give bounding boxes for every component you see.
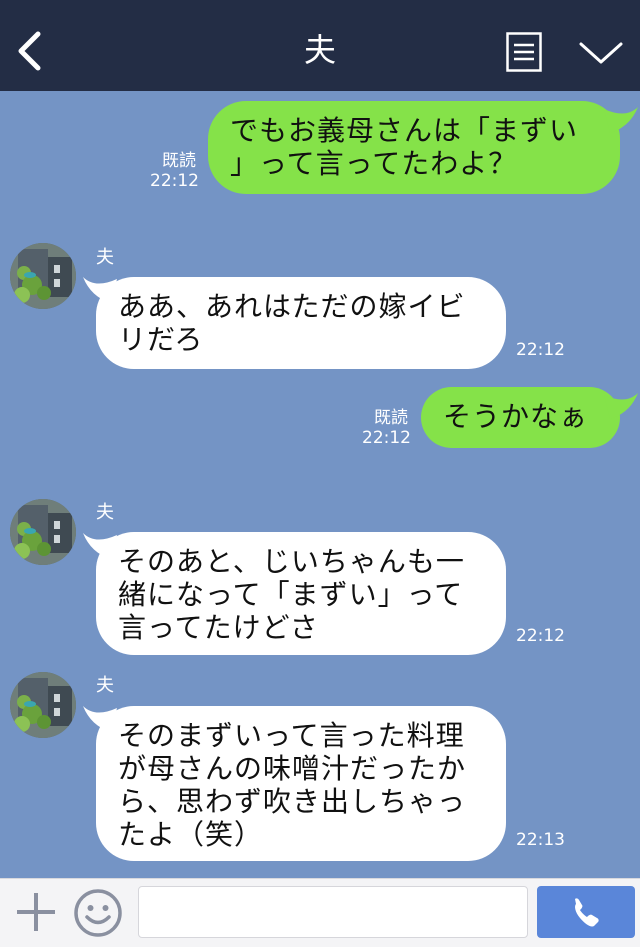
message-line: 緒になって「まずい」って <box>118 578 464 611</box>
message-bubble[interactable]: そうかなぁ <box>421 387 620 448</box>
chat-title: 夫 <box>303 31 336 69</box>
avatar[interactable] <box>10 499 76 565</box>
message-bubble[interactable]: そのまずいって言った料理 が母さんの味噌汁だったか ら、思わず吹き出しちゃっ た… <box>96 706 506 861</box>
message-line: そのあと、じいちゃんも一 <box>118 545 465 578</box>
plus-icon[interactable] <box>14 890 58 934</box>
avatar[interactable] <box>10 243 76 309</box>
message-time: 22:13 <box>516 830 565 850</box>
smiley-icon[interactable] <box>73 888 123 938</box>
message-input[interactable] <box>138 886 528 938</box>
message-line: が母さんの味噌汁だったか <box>118 752 467 785</box>
message-time: 22:12 <box>516 340 565 360</box>
message-bubble[interactable]: そのあと、じいちゃんも一 緒になって「まずい」って 言ってたけどさ <box>96 532 506 655</box>
sender-name: 夫 <box>96 247 114 268</box>
message-line: そうかなぁ <box>443 400 589 433</box>
notes-icon[interactable] <box>506 32 542 72</box>
phone-icon <box>575 898 599 927</box>
avatar-photo <box>10 672 76 738</box>
avatar[interactable] <box>10 672 76 738</box>
message-bubble[interactable]: でもお義母さんは「まずい 」って言ってたわよ？ <box>208 101 620 194</box>
call-button[interactable] <box>537 886 635 938</box>
message-time: 22:12 <box>150 171 199 191</box>
bubble-tail <box>604 107 638 133</box>
message-line: 言ってたけどさ <box>118 611 319 644</box>
message-line: たよ（笑） <box>118 818 264 851</box>
chat-header: 夫 <box>0 0 640 91</box>
message-line: そのまずいって言った料理 <box>118 719 465 752</box>
read-receipt: 既読 <box>374 408 408 428</box>
sender-name: 夫 <box>96 502 114 523</box>
message-list[interactable]: 既読 22:12 でもお義母さんは「まずい 」って言ってたわよ？ 夫 ああ、あれ… <box>0 91 640 878</box>
message-line: でもお義母さんは「まずい <box>230 114 579 147</box>
chevron-down-icon[interactable] <box>578 38 624 68</box>
avatar-photo <box>10 243 76 309</box>
bubble-tail <box>604 393 638 419</box>
avatar-photo <box>10 499 76 565</box>
read-receipt: 既読 <box>162 151 196 171</box>
message-time: 22:12 <box>362 428 411 448</box>
input-bar <box>0 878 640 947</box>
message-time: 22:12 <box>516 626 565 646</box>
message-line: ら、思わず吹き出しちゃっ <box>118 785 467 818</box>
sender-name: 夫 <box>96 675 114 696</box>
message-line: リだろ <box>118 323 204 356</box>
message-bubble[interactable]: ああ、あれはただの嫁イビ リだろ <box>96 277 506 369</box>
message-line: 」って言ってたわよ？ <box>230 147 518 180</box>
message-line: ああ、あれはただの嫁イビ <box>118 290 466 323</box>
